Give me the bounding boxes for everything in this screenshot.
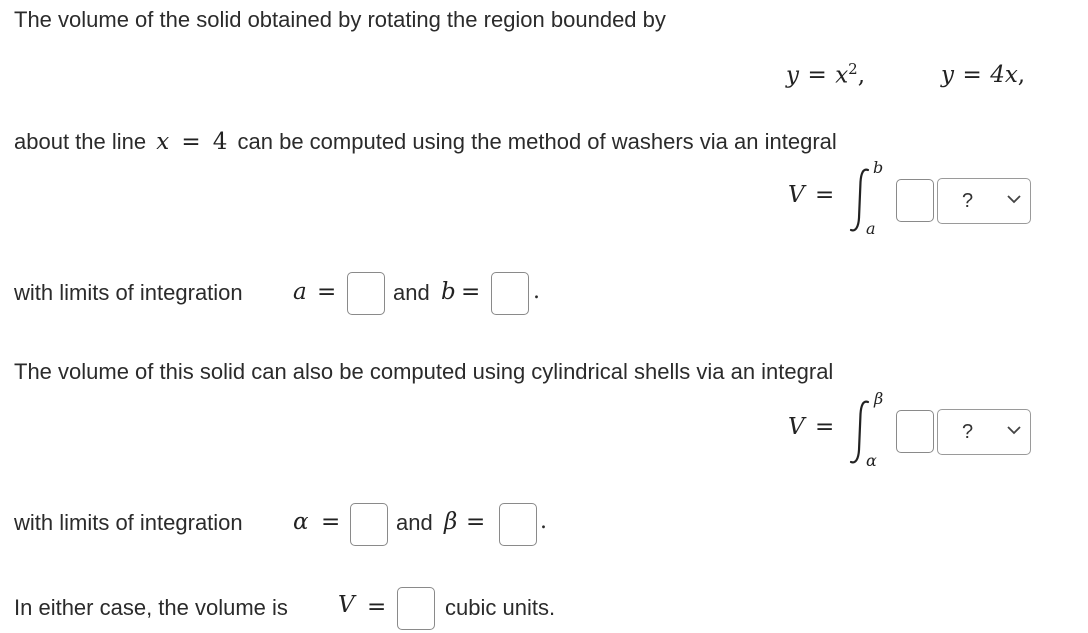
shells-limit-alpha-equals: = — [321, 509, 341, 535]
washers-limit-b-var: b — [441, 279, 456, 305]
washers-limit-a-var: a — [293, 279, 307, 305]
shells-sentence: The volume of this solid can also be com… — [14, 359, 834, 384]
washers-integrand-input[interactable] — [896, 179, 934, 222]
final-suffix: cubic units. — [445, 595, 556, 620]
shells-V: V — [788, 414, 805, 440]
washers-and: and — [393, 280, 430, 305]
eq1-lhs: y — [786, 62, 799, 89]
limit-alpha-input[interactable] — [350, 503, 388, 546]
limit-beta-input[interactable] — [499, 503, 537, 546]
limit-b-input[interactable] — [491, 272, 529, 315]
washers-differential-dropdown[interactable]: ? — [937, 178, 1031, 224]
final-prefix: In either case, the volume is — [14, 595, 288, 620]
chevron-down-icon — [1006, 422, 1022, 443]
equation-y-x-squared: y = x2, — [786, 60, 866, 89]
washers-V: V — [788, 182, 805, 208]
shells-dropdown-value: ? — [962, 420, 974, 443]
washers-limit-a-equals: = — [317, 279, 337, 305]
shells-integrand-input[interactable] — [896, 410, 934, 453]
shells-V-equals: = — [815, 414, 835, 440]
washers-period: . — [533, 279, 540, 304]
shells-limit-beta-equals: = — [466, 509, 486, 535]
axis-equals: = — [181, 129, 201, 155]
shells-lower-limit: α — [866, 451, 877, 470]
washers-sentence: about the line x = 4 can be computed usi… — [14, 128, 837, 156]
eq2-comma: , — [1017, 62, 1026, 88]
washers-dropdown-value: ? — [962, 189, 974, 212]
washers-lower-limit: a — [866, 219, 876, 238]
washers-text-b: can be computed using the method of wash… — [237, 129, 837, 154]
axis-value: 4 — [212, 129, 228, 155]
washers-text-a: about the line — [14, 129, 147, 154]
shells-limit-alpha-var: α — [293, 509, 309, 535]
final-V: V — [338, 592, 355, 618]
washers-V-equals: = — [815, 182, 835, 208]
axis-var: x — [156, 129, 170, 155]
shells-limit-beta-var: β — [444, 509, 458, 535]
volume-input[interactable] — [397, 587, 435, 630]
washers-limit-b-equals: = — [461, 279, 481, 305]
eq2-rhs: 4x — [990, 62, 1018, 88]
eq1-exponent: 2 — [848, 60, 858, 78]
shells-upper-limit: β — [874, 389, 884, 408]
limit-a-input[interactable] — [347, 272, 385, 315]
washers-limits-prefix: with limits of integration — [14, 280, 243, 305]
eq1-rhs: x — [835, 62, 849, 89]
equation-y-4x: y = 4x, — [941, 62, 1025, 88]
chevron-down-icon — [1006, 191, 1022, 212]
shells-and: and — [396, 510, 433, 535]
final-equals: = — [367, 594, 387, 620]
washers-upper-limit: b — [873, 158, 884, 177]
shells-period: . — [540, 509, 547, 534]
eq2-lhs: y — [941, 62, 954, 88]
shells-limits-prefix: with limits of integration — [14, 510, 243, 535]
eq1-equals: = — [807, 62, 827, 89]
intro-text: The volume of the solid obtained by rota… — [14, 7, 666, 32]
eq1-comma: , — [857, 62, 866, 89]
shells-differential-dropdown[interactable]: ? — [937, 409, 1031, 455]
eq2-equals: = — [962, 62, 982, 88]
